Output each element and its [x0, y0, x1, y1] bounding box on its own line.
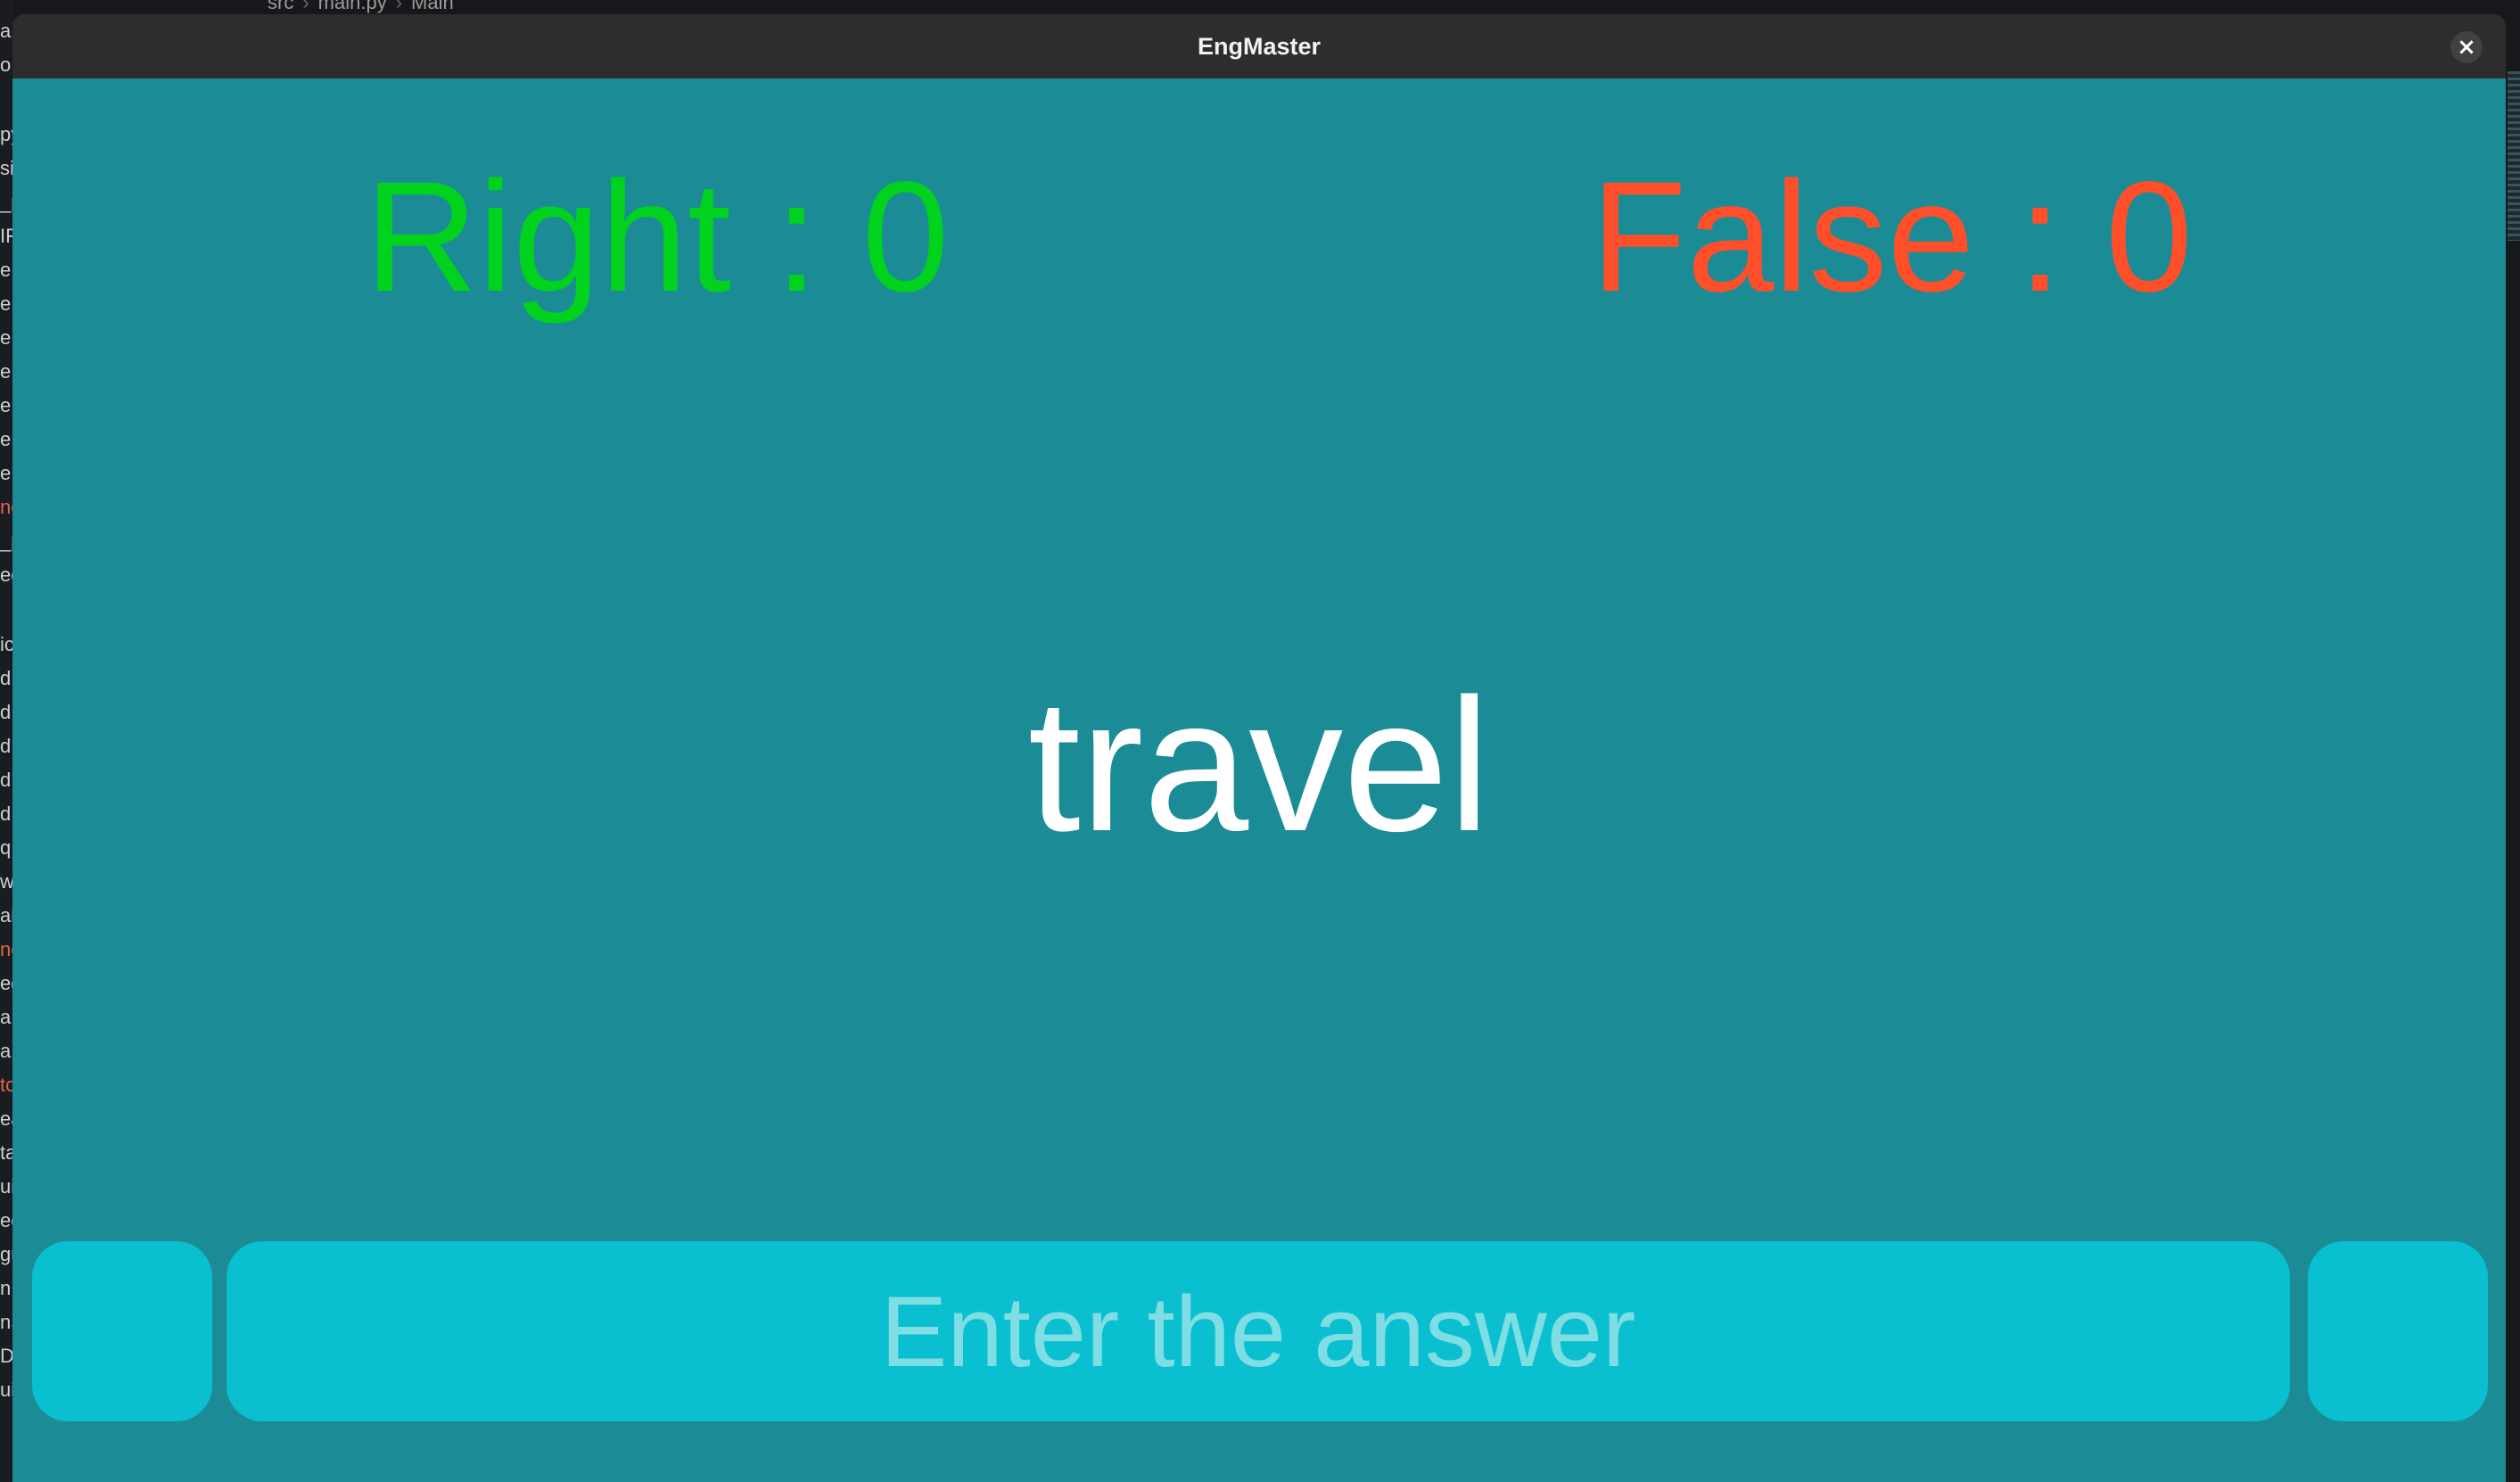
breadcrumb-item: main.py: [317, 0, 387, 13]
background-minimap: [2508, 71, 2520, 241]
background-breadcrumb: src › main.py › Main: [268, 0, 454, 13]
right-button[interactable]: [2308, 1241, 2488, 1421]
answer-input[interactable]: [226, 1241, 2290, 1421]
close-button[interactable]: ×: [2450, 31, 2483, 63]
window-titlebar: EngMaster ×: [12, 14, 2506, 79]
close-icon: ×: [2457, 34, 2476, 61]
quiz-word: travel: [1027, 659, 1491, 870]
quiz-content: Right : 0 False : 0 travel: [12, 78, 2506, 1482]
false-score: False : 0: [1591, 150, 2193, 325]
left-button[interactable]: [32, 1241, 212, 1421]
right-score: Right : 0: [365, 150, 950, 325]
breadcrumb-separator: ›: [302, 0, 309, 13]
breadcrumb-separator: ›: [395, 0, 403, 13]
window-title: EngMaster: [1197, 33, 1322, 60]
app-window: EngMaster × Right : 0 False : 0 travel: [12, 14, 2506, 1482]
breadcrumb-item: Main: [411, 0, 454, 13]
breadcrumb-item: src: [268, 0, 294, 13]
